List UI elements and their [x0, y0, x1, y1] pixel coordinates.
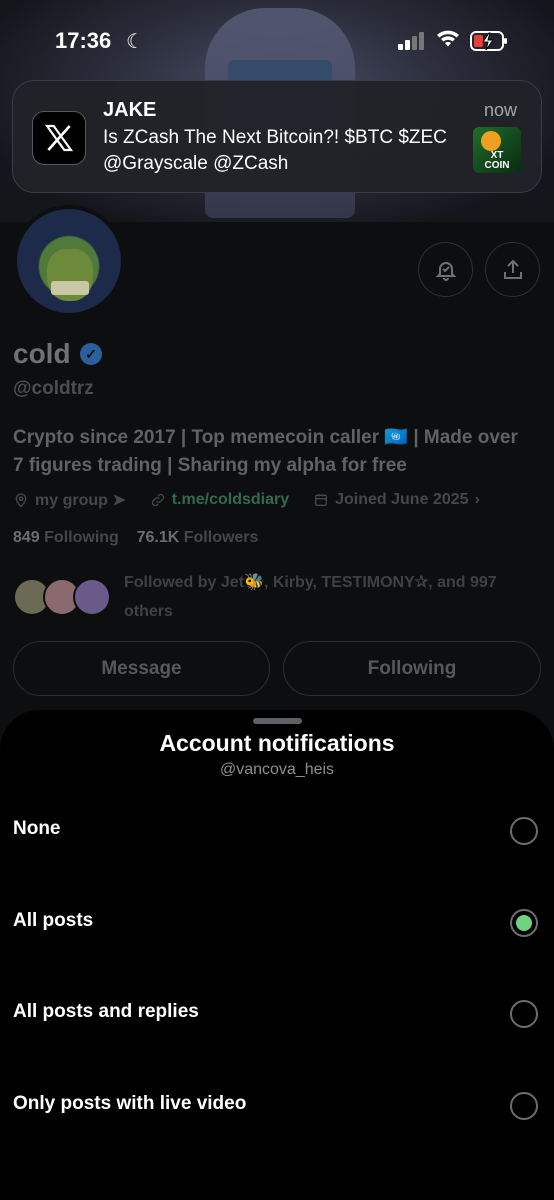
radio-button[interactable] [510, 1092, 538, 1120]
sheet-title: Account notifications [159, 730, 395, 756]
followed-by-text: Followed by Jet🐝, Kirby, TESTIMONY✰, and… [124, 574, 497, 620]
notification-time: now [483, 100, 517, 120]
profile-handle: @coldtrz [13, 378, 94, 399]
location-pin-icon [15, 493, 27, 508]
share-icon [503, 259, 522, 279]
option-live-video[interactable]: Only posts with live video [0, 1076, 554, 1136]
radio-button[interactable] [510, 817, 538, 845]
battery-charging-icon [470, 31, 507, 51]
notifications-bell-button[interactable] [418, 242, 473, 297]
followers-link[interactable]: 76.1K Followers [137, 529, 259, 546]
profile-avatar[interactable] [13, 205, 125, 317]
x-logo-icon [32, 111, 86, 165]
cellular-signal-icon [398, 32, 426, 50]
notification-body: Is ZCash The Next Bitcoin?! $BTC $ZEC @G… [103, 127, 447, 174]
following-link[interactable]: 849 Following [13, 529, 119, 546]
following-label: Following [44, 529, 119, 546]
verified-badge-icon: ✓ [80, 343, 102, 365]
option-label: None [13, 818, 61, 839]
radio-button[interactable] [510, 1000, 538, 1028]
profile-meta: my group ➤ t.me/coldsdiary Joined June 2… [13, 488, 480, 512]
wifi-icon [437, 30, 459, 47]
following-count: 849 [13, 529, 40, 546]
link-icon [151, 493, 164, 507]
profile-location: my group ➤ [35, 492, 126, 509]
message-button[interactable]: Message [13, 641, 270, 696]
option-label: All posts and replies [13, 1001, 199, 1022]
thumbnail-text: XT COIN [484, 150, 510, 171]
profile-link[interactable]: t.me/coldsdiary [172, 491, 289, 509]
followers-count: 76.1K [136, 529, 180, 546]
bell-icon [435, 261, 456, 281]
profile-joined: Joined June 2025 [335, 491, 469, 508]
option-label: All posts [13, 910, 94, 931]
following-button[interactable]: Following [283, 641, 541, 696]
followers-label: Followers [183, 529, 259, 546]
followed-by[interactable]: Followed by Jet🐝, Kirby, TESTIMONY✰, and… [13, 568, 543, 628]
profile-name: cold [13, 338, 71, 369]
bitcoin-icon [481, 131, 501, 151]
option-all-posts[interactable]: All posts [0, 893, 554, 953]
option-label: Only posts with live video [13, 1093, 247, 1114]
radio-button-selected[interactable] [510, 909, 538, 937]
calendar-icon [315, 494, 328, 506]
moon-icon: ☾ [126, 31, 144, 53]
profile-stats: 849 Following 76.1K Followers [13, 529, 258, 547]
sheet-subtitle: @vancova_heis [219, 761, 335, 778]
option-all-posts-and-replies[interactable]: All posts and replies [0, 984, 554, 1044]
share-button[interactable] [485, 242, 540, 297]
notification-title: JAKE [103, 99, 157, 121]
avatar-teeth [51, 281, 89, 295]
notification-thumbnail: XT COIN [473, 127, 521, 173]
profile-bio: Crypto since 2017 | Top memecoin caller … [13, 427, 518, 476]
push-notification[interactable]: JAKE now Is ZCash The Next Bitcoin?! $BT… [12, 80, 542, 193]
status-time: 17:36 [55, 28, 112, 53]
option-none[interactable]: None [0, 801, 554, 861]
chevron-right-icon: › [474, 491, 480, 508]
sheet-grabber[interactable] [253, 718, 302, 724]
follower-avatar [73, 578, 111, 616]
